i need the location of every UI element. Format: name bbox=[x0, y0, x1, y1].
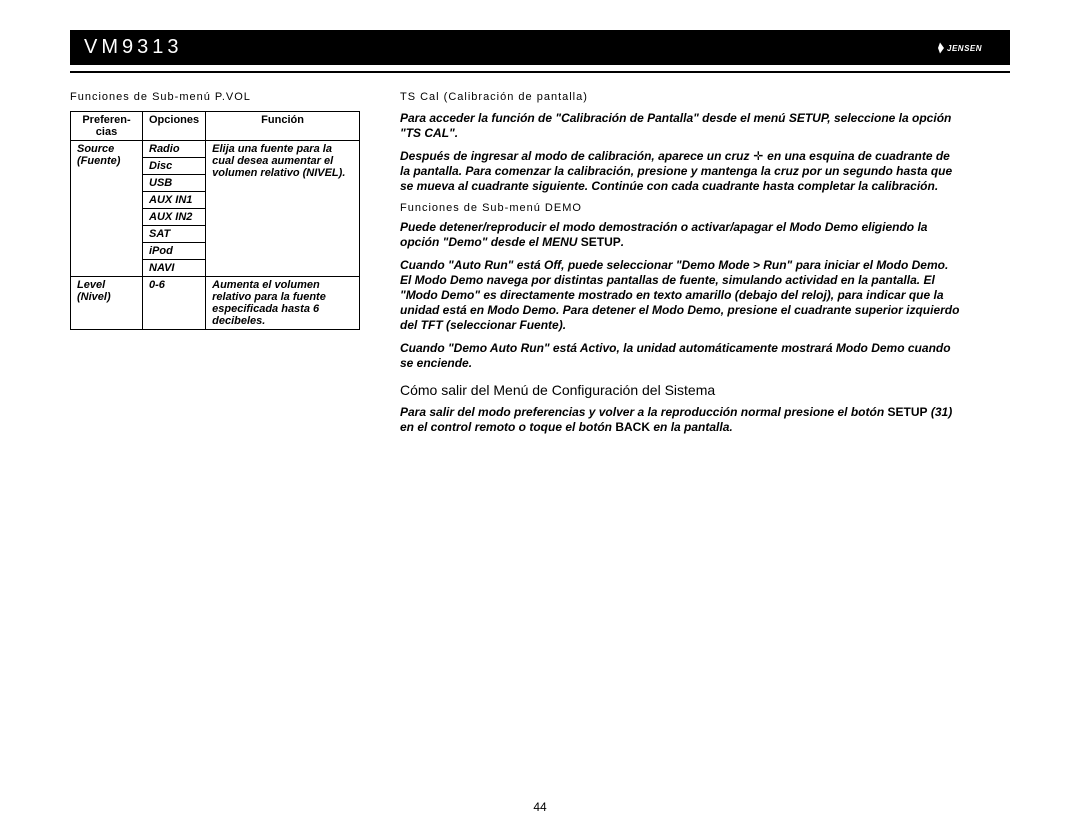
option-cell: Disc bbox=[143, 157, 206, 174]
body-text: Puede detener/reproducir el modo demostr… bbox=[400, 220, 960, 250]
pref-cell: Source (Fuente) bbox=[71, 140, 143, 276]
jensen-logo-icon: JENSEN bbox=[936, 39, 996, 57]
content-columns: Funciones de Sub-menú P.VOL Preferen-cia… bbox=[70, 91, 1010, 443]
option-cell: AUX IN2 bbox=[143, 208, 206, 225]
table-header-row: Preferen-cias Opciones Función bbox=[71, 111, 360, 140]
pref-cell: Level (Nivel) bbox=[71, 276, 143, 329]
table-header: Preferen-cias bbox=[71, 111, 143, 140]
text: SETUP bbox=[581, 235, 621, 249]
brand-logo: JENSEN bbox=[936, 39, 996, 57]
left-column: Funciones de Sub-menú P.VOL Preferen-cia… bbox=[70, 91, 360, 443]
option-cell: iPod bbox=[143, 242, 206, 259]
table-header: Función bbox=[206, 111, 360, 140]
body-text: Después de ingresar al modo de calibraci… bbox=[400, 149, 960, 194]
exit-section-title: Cómo salir del Menú de Configuración del… bbox=[400, 381, 960, 399]
header-bar: VM9313 JENSEN bbox=[70, 30, 1010, 65]
tscal-subheading: TS Cal (Calibración de pantalla) bbox=[400, 91, 960, 103]
pvol-table: Preferen-cias Opciones Función Source (F… bbox=[70, 111, 360, 330]
body-text: Cuando "Auto Run" está Off, puede selecc… bbox=[400, 258, 960, 333]
text: SETUP bbox=[888, 405, 928, 419]
option-cell: SAT bbox=[143, 225, 206, 242]
table-row: Level (Nivel) 0-6 Aumenta el volumen rel… bbox=[71, 276, 360, 329]
body-text: Cuando "Demo Auto Run" está Activo, la u… bbox=[400, 341, 960, 371]
table-row: Source (Fuente) Radio Elija una fuente p… bbox=[71, 140, 360, 157]
option-cell: 0-6 bbox=[143, 276, 206, 329]
body-text: Para acceder la función de "Calibración … bbox=[400, 111, 960, 141]
table-header: Opciones bbox=[143, 111, 206, 140]
svg-text:JENSEN: JENSEN bbox=[947, 44, 982, 53]
option-cell: AUX IN1 bbox=[143, 191, 206, 208]
text: en la pantalla. bbox=[650, 420, 733, 434]
function-cell: Elija una fuente para la cual desea aume… bbox=[206, 140, 360, 276]
page-title: VM9313 bbox=[84, 36, 183, 59]
cross-icon: ✛ bbox=[753, 149, 764, 164]
function-cell: Aumenta el volumen relativo para la fuen… bbox=[206, 276, 360, 329]
page-number: 44 bbox=[0, 800, 1080, 814]
text: Puede detener/reproducir el modo demostr… bbox=[400, 220, 927, 249]
pvol-subheading: Funciones de Sub-menú P.VOL bbox=[70, 91, 360, 103]
divider bbox=[70, 71, 1010, 73]
option-cell: NAVI bbox=[143, 259, 206, 276]
text: Después de ingresar al modo de calibraci… bbox=[400, 149, 749, 163]
right-column: TS Cal (Calibración de pantalla) Para ac… bbox=[400, 91, 960, 443]
text: BACK bbox=[615, 420, 650, 434]
text: Para salir del modo preferencias y volve… bbox=[400, 405, 888, 419]
option-cell: USB bbox=[143, 174, 206, 191]
body-text: Para salir del modo preferencias y volve… bbox=[400, 405, 960, 435]
option-cell: Radio bbox=[143, 140, 206, 157]
text: . bbox=[621, 235, 624, 249]
demo-subheading: Funciones de Sub-menú DEMO bbox=[400, 202, 960, 214]
